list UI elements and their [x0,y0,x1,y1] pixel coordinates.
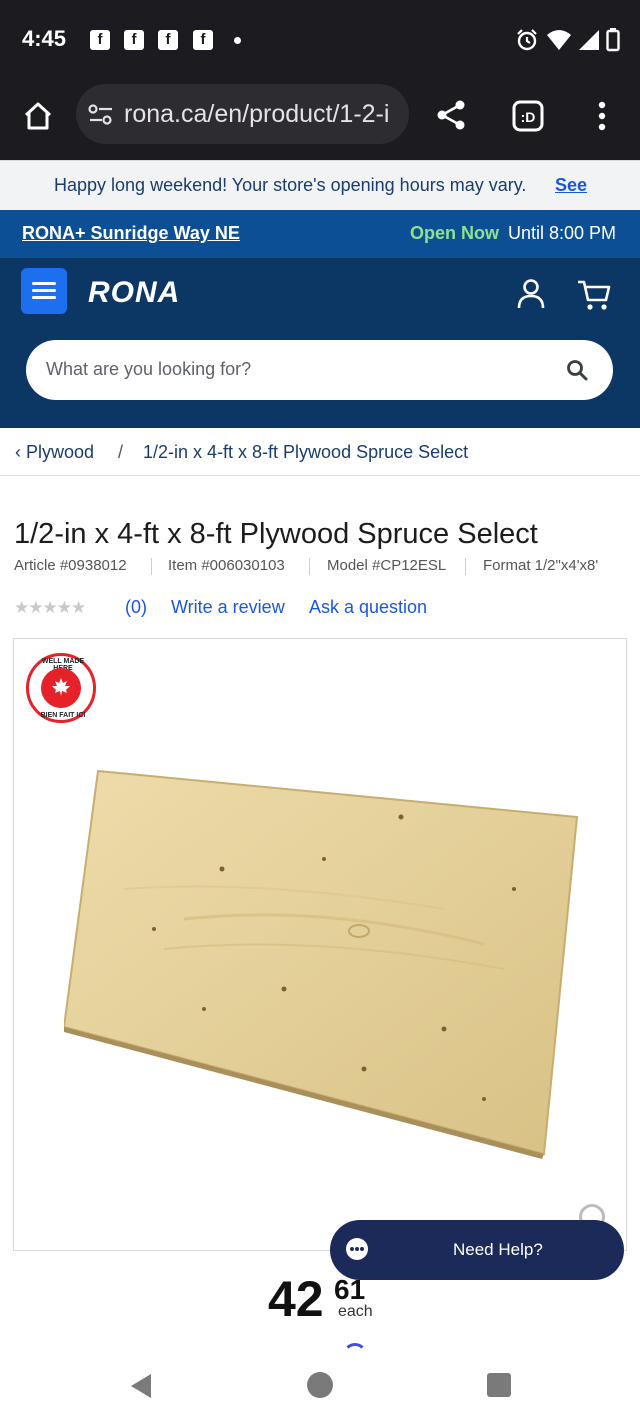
product-format: Format 1/2"x4'x8' [483,557,599,574]
status-bar: 4:45 f f f f [0,0,640,80]
site-settings-icon[interactable] [88,103,114,127]
more-menu-icon[interactable] [596,100,608,132]
home-nav-icon[interactable] [306,1371,334,1399]
svg-text::D: :D [521,109,536,125]
badge-center [41,668,81,708]
plywood-product-image [64,769,579,1159]
hamburger-icon-line [32,296,56,299]
review-count-link[interactable]: (0) [125,597,147,618]
recents-icon[interactable] [486,1372,512,1398]
facebook-icon: f [124,30,144,50]
battery-icon [606,28,620,52]
divider [151,558,152,575]
search-placeholder: What are you looking for? [46,359,252,379]
site-header: RONA What are you looking for? [0,258,640,428]
article-number: Article #0938012 [14,557,127,574]
search-icon[interactable] [566,359,588,381]
price-unit: each [338,1303,373,1320]
cart-icon[interactable] [576,278,612,312]
chat-icon-dot [355,1247,359,1251]
account-icon[interactable] [516,278,546,310]
chat-icon-dot [360,1247,364,1251]
badge-bottom-text: BIEN FAIT ICI [40,712,86,719]
need-help-label: Need Help? [453,1240,543,1259]
well-made-here-badge: WELL MADE HERE BIEN FAIT ICI [26,653,96,723]
write-review-link[interactable]: Write a review [171,597,285,618]
hamburger-icon [32,282,56,285]
chevron-left-icon: ‹ [15,442,26,462]
breadcrumb-parent-label: Plywood [26,442,95,462]
product-price: 42 61 each [268,1270,373,1328]
breadcrumb-separator: / [118,442,124,462]
store-bar: RONA+ Sunridge Way NE Open Now Until 8:0… [0,210,640,258]
item-number: Item #006030103 [168,557,285,574]
alarm-icon [517,29,537,51]
home-icon[interactable] [22,100,54,132]
hamburger-icon-line [32,289,56,292]
product-image-gallery[interactable]: WELL MADE HERE BIEN FAIT ICI [13,638,627,1251]
breadcrumb-plywood-link[interactable]: ‹ Plywood [15,442,94,463]
divider [465,558,466,575]
ask-question-link[interactable]: Ask a question [309,597,427,618]
promo-text: Happy long weekend! Your store's opening… [54,175,527,195]
page: 4:45 f f f f rona.ca/en/product/1-2-i:D… [0,0,640,1422]
search-input[interactable]: What are you looking for? [26,340,613,400]
store-hours: Until 8:00 PM [508,223,617,243]
price-dollars: 42 [268,1271,324,1327]
divider [309,558,310,575]
product-title: 1/2-in x 4-ft x 8-ft Plywood Spruce Sele… [14,518,538,550]
share-icon[interactable] [434,98,468,132]
system-navigation-bar [0,1350,640,1422]
need-help-button[interactable]: Need Help? [330,1220,624,1280]
tab-switcher-icon[interactable]: :D [512,100,544,132]
facebook-icon: f [158,30,178,50]
rona-logo[interactable]: RONA [88,276,180,310]
store-name-link[interactable]: RONA+ Sunridge Way NE [22,223,240,244]
promo-banner: Happy long weekend! Your store's opening… [0,160,640,210]
maple-leaf-icon [52,678,70,696]
signal-icon [579,30,599,50]
wifi-icon [547,30,571,50]
back-icon[interactable] [128,1372,154,1400]
chat-icon-dot [350,1247,354,1251]
open-status: Open Now [410,223,499,243]
rating-stars-icon[interactable]: ★★★★★ [14,598,86,618]
breadcrumb-current[interactable]: 1/2-in x 4-ft x 8-ft Plywood Spruce Sele… [143,442,468,463]
facebook-icon: f [193,30,213,50]
menu-button[interactable] [21,268,67,314]
address-bar[interactable]: rona.ca/en/product/1-2-i [76,84,409,144]
url-text: rona.ca/en/product/1-2-i [124,100,390,128]
promo-see-link[interactable]: See [555,175,587,196]
model-number: Model #CP12ESL [327,557,447,574]
browser-toolbar: rona.ca/en/product/1-2-i :D [0,80,640,160]
more-notifications-icon [234,37,241,44]
status-time: 4:45 [22,26,67,51]
chat-icon [346,1238,368,1260]
breadcrumb: ‹ Plywood / 1/2-in x 4-ft x 8-ft Plywood… [0,428,640,476]
facebook-icon: f [90,30,110,50]
